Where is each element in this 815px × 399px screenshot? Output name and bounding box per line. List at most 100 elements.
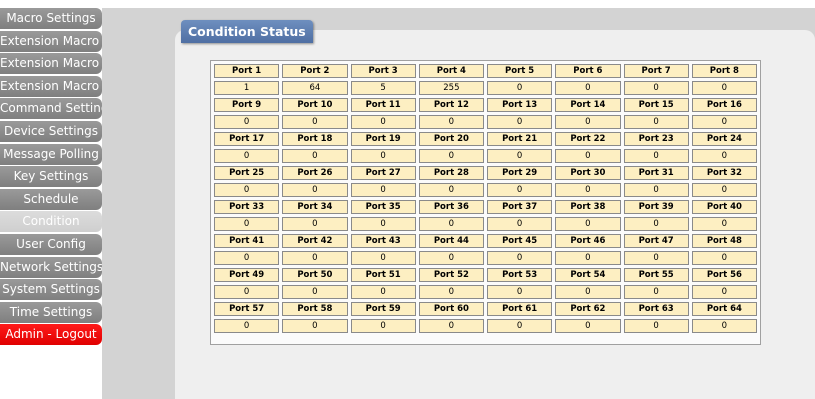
port-value: 0 [487,251,553,265]
port-label: Port 43 [350,234,416,248]
port-value: 255 [418,81,484,95]
port-label: Port 20 [418,132,484,146]
port-label: Port 62 [555,302,621,316]
sidebar-item-schedule[interactable]: Schedule [0,188,102,210]
port-label: Port 29 [487,166,553,180]
port-label: Port 53 [487,268,553,282]
port-value: 0 [555,217,621,231]
sidebar-item-condition[interactable]: Condition [0,211,102,233]
sidebar-item-extension-macro-3[interactable]: Extension Macro 3 [0,75,102,97]
port-value: 0 [282,251,348,265]
port-label: Port 16 [691,98,757,112]
port-label: Port 36 [418,200,484,214]
port-value: 0 [350,183,416,197]
port-label: Port 10 [282,98,348,112]
sidebar-item-extension-macro-1[interactable]: Extension Macro 1 [0,30,102,52]
port-value: 0 [214,319,280,333]
port-value: 0 [418,285,484,299]
port-label: Port 35 [350,200,416,214]
port-label: Port 5 [487,64,553,78]
port-label: Port 4 [418,64,484,78]
port-label: Port 59 [350,302,416,316]
port-label-row: Port 25 Port 26 Port 27 Port 28 Port 29 Port … [214,166,757,180]
port-label: Port 31 [623,166,689,180]
port-value: 0 [214,149,280,163]
port-value: 0 [350,319,416,333]
port-value: 0 [555,319,621,333]
port-value: 0 [487,285,553,299]
port-value: 0 [623,115,689,129]
port-label: Port 14 [555,98,621,112]
port-label: Port 25 [214,166,280,180]
admin-logout-button[interactable]: Admin - Logout [0,324,102,346]
port-value: 0 [418,217,484,231]
port-label: Port 55 [623,268,689,282]
port-label-row: Port 33 Port 34 Port 35 Port 36 Port 37 Port … [214,200,757,214]
port-label: Port 61 [487,302,553,316]
sidebar-item-system-settings[interactable]: System Settings [0,279,102,301]
port-value: 0 [282,183,348,197]
port-label: Port 28 [418,166,484,180]
port-value: 0 [623,251,689,265]
port-label: Port 42 [282,234,348,248]
port-label: Port 56 [691,268,757,282]
port-value: 0 [214,285,280,299]
port-value: 0 [487,319,553,333]
port-value-row: 00000000 [214,115,757,129]
port-value: 5 [350,81,416,95]
port-value: 0 [282,285,348,299]
port-value: 0 [282,115,348,129]
port-label: Port 11 [350,98,416,112]
port-value: 0 [623,217,689,231]
port-value-row: 00000000 [214,217,757,231]
sidebar-item-user-config[interactable]: User Config [0,233,102,255]
port-label: Port 22 [555,132,621,146]
sidebar-item-device-settings[interactable]: Device Settings [0,120,102,142]
port-value: 0 [555,285,621,299]
port-label: Port 40 [691,200,757,214]
sidebar-item-macro-settings[interactable]: Macro Settings [0,8,102,29]
port-label: Port 27 [350,166,416,180]
port-label: Port 38 [555,200,621,214]
sidebar-item-network-settings[interactable]: Network Settings [0,256,102,278]
port-label: Port 9 [214,98,280,112]
port-label: Port 1 [214,64,280,78]
port-value: 0 [418,149,484,163]
port-value: 0 [214,115,280,129]
port-label: Port 46 [555,234,621,248]
port-value: 0 [214,217,280,231]
port-value: 0 [623,183,689,197]
port-label: Port 21 [487,132,553,146]
port-label: Port 44 [418,234,484,248]
port-value: 0 [555,81,621,95]
port-value: 0 [418,115,484,129]
port-label: Port 8 [691,64,757,78]
port-label: Port 26 [282,166,348,180]
port-label: Port 47 [623,234,689,248]
port-label: Port 54 [555,268,621,282]
sidebar-item-message-polling[interactable]: Message Polling [0,143,102,165]
sidebar-item-command-settings[interactable]: Command Settings [0,98,102,120]
port-label: Port 7 [623,64,689,78]
port-label: Port 13 [487,98,553,112]
port-label: Port 33 [214,200,280,214]
port-value: 0 [282,319,348,333]
port-value: 0 [691,81,757,95]
port-value: 0 [555,149,621,163]
sidebar-item-key-settings[interactable]: Key Settings [0,166,102,188]
port-label: Port 64 [691,302,757,316]
port-label-row: Port 17 Port 18 Port 19 Port 20 Port 21 Port … [214,132,757,146]
port-value: 0 [487,217,553,231]
port-label: Port 50 [282,268,348,282]
port-value: 0 [418,251,484,265]
port-value: 1 [214,81,280,95]
sidebar-item-extension-macro-2[interactable]: Extension Macro 2 [0,53,102,75]
port-value: 0 [623,285,689,299]
port-value: 0 [350,285,416,299]
port-value: 0 [214,251,280,265]
port-label: Port 6 [555,64,621,78]
sidebar-item-time-settings[interactable]: Time Settings [0,301,102,323]
port-label: Port 52 [418,268,484,282]
port-value: 0 [555,251,621,265]
port-label: Port 49 [214,268,280,282]
